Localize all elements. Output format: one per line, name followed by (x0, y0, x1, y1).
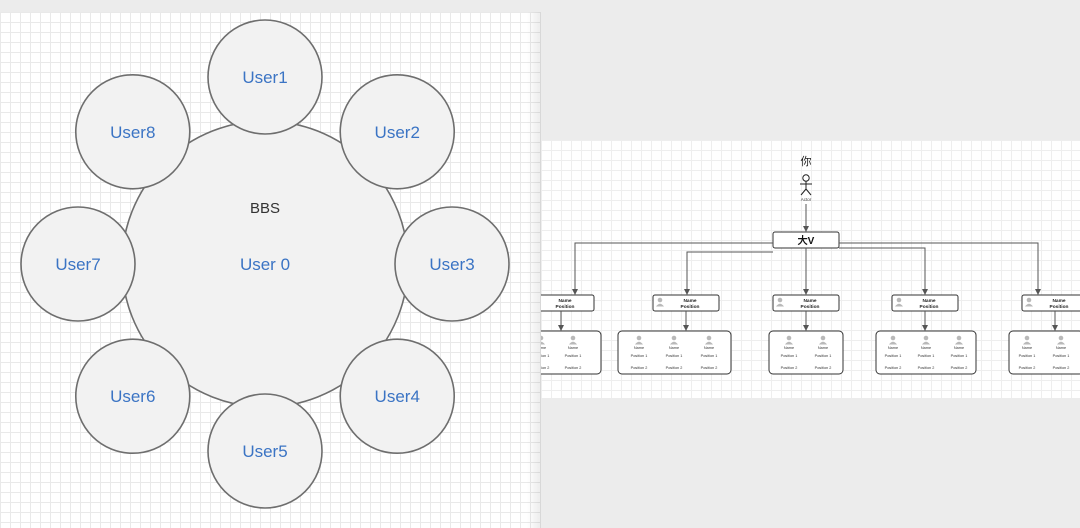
canvas-edge-shadow (527, 12, 541, 528)
center-user-label: User 0 (240, 255, 290, 274)
user-node-label: User7 (55, 255, 100, 274)
manager-position: Position (801, 304, 820, 310)
manager-position: Position (681, 304, 700, 310)
user-node-2[interactable]: User2 (339, 73, 456, 190)
manager-position: Position (920, 304, 939, 310)
member-position-1: Position 1 (631, 354, 648, 358)
member-position-2: Position 2 (885, 366, 902, 370)
edge-root-to-manager-4 (839, 247, 928, 295)
user-node-label: User5 (242, 442, 287, 461)
manager-position: Position (556, 304, 575, 310)
top-label: 你 (801, 155, 812, 168)
user-node-label: User8 (110, 123, 155, 142)
manager-name: Name (683, 298, 696, 304)
manager-node-2[interactable]: NamePosition (652, 294, 720, 312)
member-name: Name (818, 346, 828, 350)
member-position-2: Position 2 (631, 366, 648, 370)
member-name: Name (954, 346, 964, 350)
user-node-label: User6 (110, 387, 155, 406)
member-position-1: Position 1 (781, 354, 798, 358)
member-name: Name (669, 346, 679, 350)
member-position-2: Position 2 (781, 366, 798, 370)
edge-root-to-manager-1 (572, 242, 773, 295)
user-node-4[interactable]: User4 (339, 338, 456, 455)
user-node-7[interactable]: User7 (20, 206, 136, 322)
user-node-1[interactable]: User1 (207, 19, 323, 135)
manager-node-1[interactable]: NamePosition (541, 294, 595, 312)
member-position-2: Position 2 (541, 366, 549, 370)
member-position-2: Position 2 (1053, 366, 1070, 370)
member-name: Name (784, 346, 794, 350)
member-name: Name (541, 346, 546, 350)
manager-name: Name (803, 298, 816, 304)
team-group-3[interactable]: Name Position 1 Position 2 Name Position 1 Po… (768, 330, 844, 375)
member-name: Name (1056, 346, 1066, 350)
manager-node-4[interactable]: NamePosition (891, 294, 959, 312)
user-node-8[interactable]: User8 (74, 73, 191, 190)
member-name: Name (1022, 346, 1032, 350)
member-position-1: Position 1 (815, 354, 832, 358)
org-chart-diagram: 你Actor大VNamePositionNamePosition 1Positi… (541, 155, 1080, 375)
user-node-6[interactable]: User6 (74, 338, 191, 455)
member-position-1: Position 1 (701, 354, 718, 358)
org-canvas[interactable]: 你Actor大VNamePositionNamePosition 1Positi… (541, 140, 1080, 398)
member-name: Name (704, 346, 714, 350)
root-label: 大V (798, 234, 815, 247)
manager-node-5[interactable]: NamePosition (1021, 294, 1080, 312)
member-position-2: Position 2 (918, 366, 935, 370)
user-node-5[interactable]: User5 (207, 393, 323, 509)
member-position-1: Position 1 (565, 354, 582, 358)
user-node-label: User2 (375, 123, 420, 142)
manager-position: Position (1050, 304, 1069, 310)
manager-name: Name (558, 298, 571, 304)
team-group-2[interactable]: Name Position 1 Position 2 Name Position 1 Po… (617, 330, 732, 375)
member-position-1: Position 1 (918, 354, 935, 358)
team-group-1[interactable]: Name Position 1 Position 2 Name Position 1 Po… (541, 330, 602, 375)
team-group-5[interactable]: Name Position 1 Position 2 Name Position 1 Po… (1008, 330, 1080, 375)
user-node-label: User1 (242, 68, 287, 87)
member-position-1: Position 1 (1019, 354, 1036, 358)
member-position-1: Position 1 (666, 354, 683, 358)
edge-root-to-manager-5 (839, 242, 1041, 295)
actor-label: Actor (801, 197, 812, 202)
manager-name: Name (922, 298, 935, 304)
actor-icon (800, 174, 812, 196)
bbs-panel: BBS User 0 User1 User2 User3 User4 User5 User6 U… (0, 0, 541, 528)
member-name: Name (888, 346, 898, 350)
user-node-label: User4 (375, 387, 420, 406)
member-position-2: Position 2 (565, 366, 582, 370)
member-position-1: Position 1 (951, 354, 968, 358)
member-position-2: Position 2 (666, 366, 683, 370)
bbs-canvas[interactable]: BBS User 0 User1 User2 User3 User4 User5 User6 U… (0, 12, 541, 528)
member-position-1: Position 1 (541, 354, 549, 358)
manager-name: Name (1052, 298, 1065, 304)
manager-node-3[interactable]: NamePosition (772, 294, 840, 312)
org-panel: 你Actor大VNamePositionNamePosition 1Positi… (541, 0, 1080, 528)
member-position-2: Position 2 (815, 366, 832, 370)
bbs-label: BBS (250, 200, 280, 217)
member-name: Name (921, 346, 931, 350)
member-name: Name (634, 346, 644, 350)
root-node[interactable]: 大V (772, 231, 840, 249)
member-position-2: Position 2 (1019, 366, 1036, 370)
bbs-diagram: BBS User 0 User1 User2 User3 User4 User5 User6 U… (20, 19, 510, 509)
edge-root-to-manager-2 (684, 251, 773, 295)
member-position-1: Position 1 (1053, 354, 1070, 358)
user-node-3[interactable]: User3 (394, 206, 510, 322)
user-node-label: User3 (429, 255, 474, 274)
member-position-2: Position 2 (701, 366, 718, 370)
member-name: Name (568, 346, 578, 350)
team-group-4[interactable]: Name Position 1 Position 2 Name Position 1 Po… (875, 330, 977, 375)
member-position-1: Position 1 (885, 354, 902, 358)
member-position-2: Position 2 (951, 366, 968, 370)
